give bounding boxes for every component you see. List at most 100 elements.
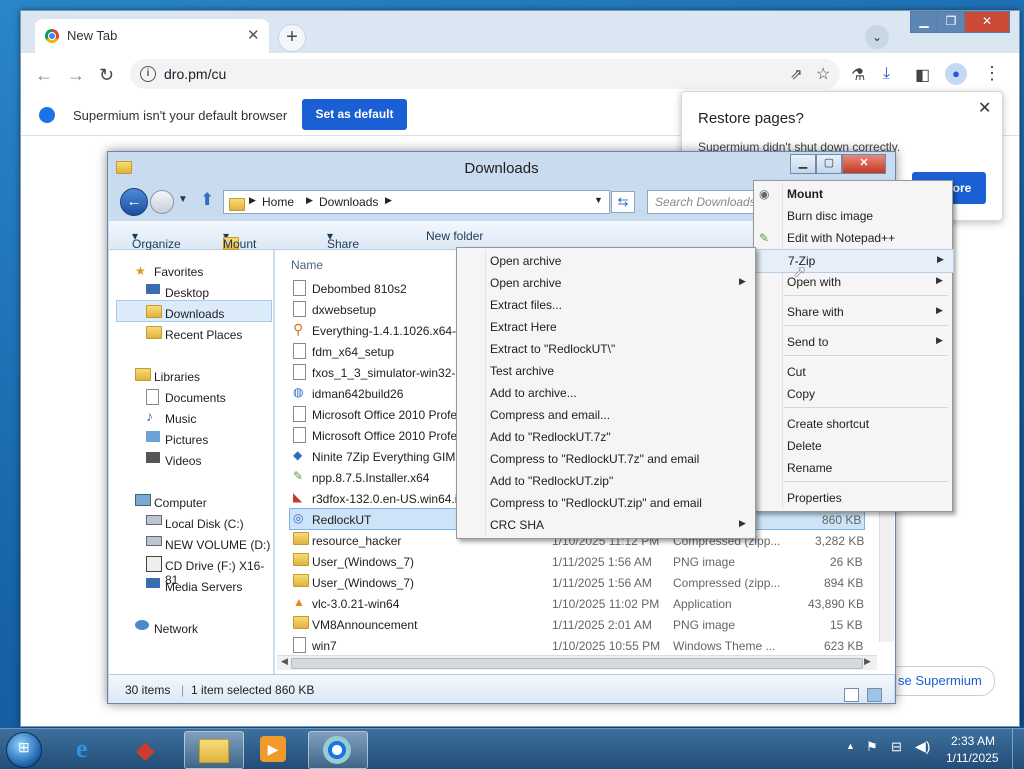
menu-item-add-to-zip[interactable]: Add to "RedlockUT.zip" bbox=[457, 470, 755, 492]
download-icon[interactable]: ⤓ bbox=[883, 65, 890, 83]
show-desktop-button[interactable] bbox=[1012, 729, 1024, 769]
menu-item-properties[interactable]: Properties bbox=[754, 487, 952, 509]
scroll-thumb[interactable] bbox=[291, 658, 863, 669]
file-name[interactable]: Microsoft Office 2010 Profe bbox=[312, 429, 457, 443]
scroll-left-icon[interactable]: ◀ bbox=[281, 656, 288, 667]
scroll-right-icon[interactable]: ▶ bbox=[864, 656, 871, 667]
tab-search-button[interactable]: ⌄ bbox=[865, 25, 889, 49]
menu-item-edit-with-notepad[interactable]: ✎ Edit with Notepad++ bbox=[754, 227, 952, 249]
minimize-button[interactable]: ▁ bbox=[910, 11, 938, 33]
nav-computer[interactable]: Computer bbox=[154, 496, 207, 510]
search-input[interactable]: Search Downloads bbox=[647, 190, 759, 214]
file-name[interactable]: win7 bbox=[312, 639, 337, 653]
maximize-button[interactable]: ▢ bbox=[816, 154, 842, 174]
taskbar-supermium[interactable] bbox=[308, 731, 368, 769]
minimize-button[interactable]: ▁ bbox=[790, 154, 816, 174]
menu-icon[interactable]: ⋮ bbox=[983, 63, 1001, 84]
organize-button[interactable]: Organize ▾ bbox=[132, 229, 181, 251]
forward-icon[interactable]: → bbox=[67, 65, 85, 86]
maximize-button[interactable]: ❐ bbox=[937, 11, 965, 33]
menu-item-compress-and-email[interactable]: Compress and email... bbox=[457, 404, 755, 426]
share-with-button[interactable]: Share with ▾ bbox=[327, 229, 359, 265]
set-default-button[interactable]: Set as default bbox=[302, 99, 407, 130]
show-hidden-icons[interactable]: ▲ bbox=[846, 741, 855, 751]
menu-item-send-to[interactable]: Send to ▶ bbox=[754, 331, 952, 353]
menu-item-extract-files[interactable]: Extract files... bbox=[457, 294, 755, 316]
close-tab-icon[interactable]: ✕ bbox=[247, 26, 260, 44]
column-header-name[interactable]: Name bbox=[291, 258, 323, 272]
refresh-icon[interactable]: ⇆ bbox=[611, 191, 635, 213]
forward-button[interactable] bbox=[150, 190, 174, 214]
file-name-selected[interactable]: RedlockUT bbox=[312, 513, 371, 527]
file-name[interactable]: dxwebsetup bbox=[312, 303, 376, 317]
menu-item-7zip[interactable]: 7-Zip ▶ bbox=[754, 249, 954, 273]
nav-recent-places[interactable]: Recent Places bbox=[165, 328, 242, 342]
nav-music[interactable]: Music bbox=[165, 412, 196, 426]
breadcrumb-downloads[interactable]: Downloads bbox=[319, 195, 378, 209]
close-button[interactable]: ✕ bbox=[964, 11, 1010, 33]
url-text[interactable]: dro.pm/cu bbox=[164, 66, 226, 82]
omnibox[interactable]: i dro.pm/cu ⇗ ☆ bbox=[130, 59, 840, 89]
extension-icon[interactable]: ⚗ bbox=[851, 65, 865, 85]
menu-item-compress-7z-email[interactable]: Compress to "RedlockUT.7z" and email bbox=[457, 448, 755, 470]
menu-item-open-archive-submenu[interactable]: Open archive ▶ bbox=[457, 272, 755, 294]
address-bar[interactable]: ▶ Home ▶ Downloads ▶ ▼ bbox=[223, 190, 610, 214]
menu-item-rename[interactable]: Rename bbox=[754, 457, 952, 479]
nav-local-disk[interactable]: Local Disk (C:) bbox=[165, 517, 244, 531]
share-icon[interactable]: ⇗ bbox=[790, 65, 803, 83]
file-name[interactable]: User_(Windows_7) bbox=[312, 576, 414, 590]
nav-pictures[interactable]: Pictures bbox=[165, 433, 208, 447]
taskbar-media-player[interactable]: ▶ bbox=[246, 731, 304, 767]
reload-icon[interactable]: ↻ bbox=[99, 65, 114, 86]
new-tab-button[interactable]: + bbox=[278, 24, 306, 52]
network-icon[interactable]: ⊟ bbox=[891, 739, 902, 755]
taskbar-r3dfox[interactable]: ◆ bbox=[122, 731, 180, 767]
menu-item-compress-zip-email[interactable]: Compress to "RedlockUT.zip" and email bbox=[457, 492, 755, 514]
menu-item-share-with[interactable]: Share with ▶ bbox=[754, 301, 952, 323]
back-icon[interactable]: ← bbox=[35, 65, 53, 86]
close-button[interactable]: ✕ bbox=[842, 154, 886, 174]
recent-pages-dropdown-icon[interactable]: ▼ bbox=[178, 194, 188, 205]
file-name[interactable]: fdm_x64_setup bbox=[312, 345, 394, 359]
address-dropdown-icon[interactable]: ▼ bbox=[594, 195, 603, 205]
file-name[interactable]: idman642build26 bbox=[312, 387, 403, 401]
nav-downloads[interactable]: Downloads bbox=[165, 307, 224, 321]
file-name[interactable]: resource_hacker bbox=[312, 534, 401, 548]
menu-item-open-archive[interactable]: Open archive bbox=[457, 250, 755, 272]
mount-button[interactable]: Mount ▾ bbox=[223, 229, 256, 251]
nav-media-servers[interactable]: Media Servers bbox=[165, 580, 242, 594]
profile-icon[interactable]: ● bbox=[945, 63, 967, 85]
up-arrow-icon[interactable]: ⬆ bbox=[200, 190, 214, 210]
menu-item-crc-sha[interactable]: CRC SHA ▶ bbox=[457, 514, 755, 536]
horizontal-scrollbar[interactable]: ◀ ▶ bbox=[277, 655, 877, 670]
menu-item-delete[interactable]: Delete bbox=[754, 435, 952, 457]
menu-item-mount[interactable]: ◉ Mount bbox=[754, 183, 952, 205]
nav-videos[interactable]: Videos bbox=[165, 454, 201, 468]
file-name[interactable]: npp.8.7.5.Installer.x64 bbox=[312, 471, 429, 485]
file-name[interactable]: User_(Windows_7) bbox=[312, 555, 414, 569]
clock-time[interactable]: 2:33 AM bbox=[951, 734, 995, 748]
nav-desktop[interactable]: Desktop bbox=[165, 286, 209, 300]
side-panel-icon[interactable]: ◧ bbox=[915, 65, 930, 85]
file-name[interactable]: Ninite 7Zip Everything GIMI bbox=[312, 450, 459, 464]
nav-favorites[interactable]: Favorites bbox=[154, 265, 203, 279]
file-name[interactable]: Microsoft Office 2010 Profe bbox=[312, 408, 457, 422]
nav-documents[interactable]: Documents bbox=[165, 391, 226, 405]
menu-item-extract-to[interactable]: Extract to "RedlockUT\" bbox=[457, 338, 755, 360]
file-name[interactable]: Everything-1.4.1.1026.x64-S bbox=[312, 324, 464, 338]
bookmark-star-icon[interactable]: ☆ bbox=[816, 64, 830, 84]
file-name[interactable]: fxos_1_3_simulator-win32-la bbox=[312, 366, 465, 380]
tab-new-tab[interactable]: New Tab ✕ bbox=[35, 19, 269, 53]
menu-item-extract-here[interactable]: Extract Here bbox=[457, 316, 755, 338]
close-icon[interactable]: ✕ bbox=[978, 98, 991, 118]
file-name[interactable]: r3dfox-132.0.en-US.win64.ir bbox=[312, 492, 461, 506]
file-name[interactable]: vlc-3.0.21-win64 bbox=[312, 597, 399, 611]
customize-pill[interactable]: se Supermium bbox=[881, 666, 995, 696]
customize-pill-label[interactable]: se Supermium bbox=[898, 667, 982, 695]
menu-item-copy[interactable]: Copy bbox=[754, 383, 952, 405]
taskbar-internet-explorer[interactable]: e bbox=[60, 731, 118, 767]
menu-item-add-to-7z[interactable]: Add to "RedlockUT.7z" bbox=[457, 426, 755, 448]
action-center-flag-icon[interactable]: ⚑ bbox=[866, 739, 878, 755]
file-name[interactable]: Debombed 810s2 bbox=[312, 282, 407, 296]
menu-item-cut[interactable]: Cut bbox=[754, 361, 952, 383]
